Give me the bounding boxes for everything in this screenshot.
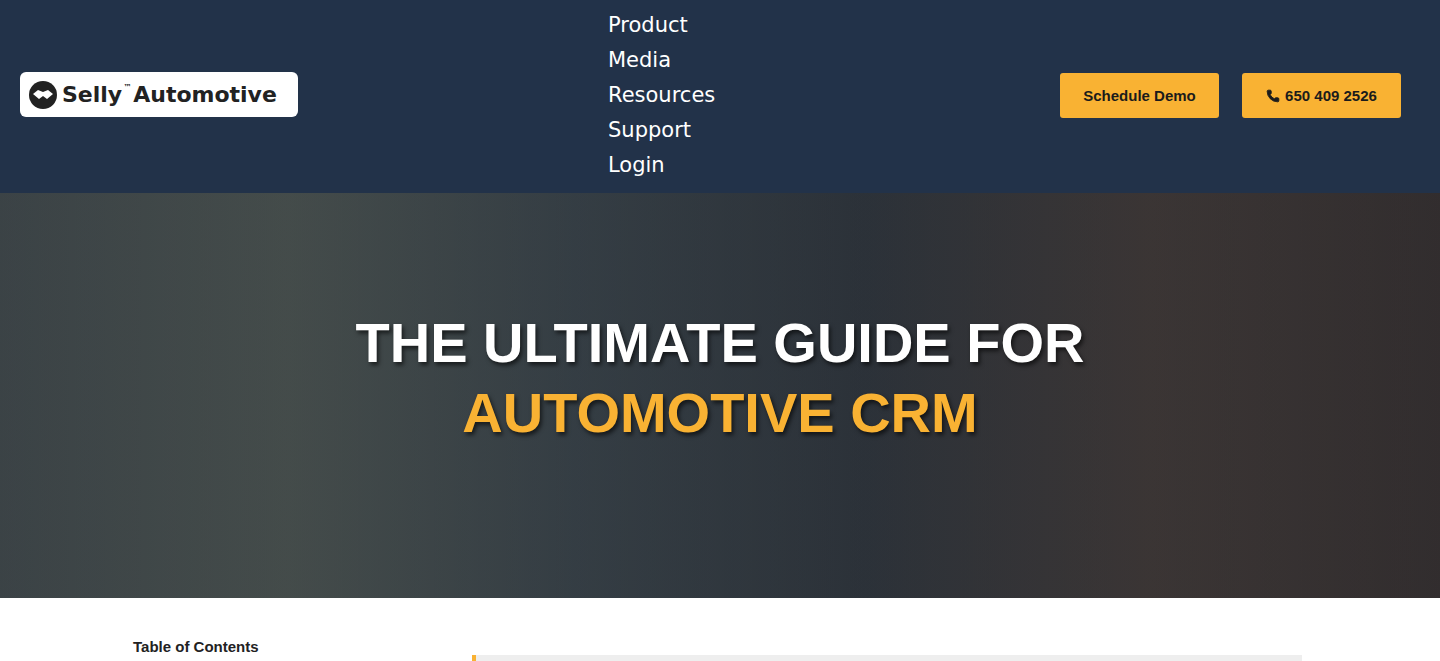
toc-title: Table of Contents: [133, 638, 472, 661]
main-nav: ProductMediaResourcesSupportLogin: [608, 0, 1060, 183]
hero: THE ULTIMATE GUIDE FORAUTOMOTIVE CRM: [0, 193, 1440, 598]
nav-item[interactable]: Product: [608, 8, 1060, 43]
page: Selly™Automotive ProductMediaResourcesSup…: [0, 0, 1440, 661]
nav-item[interactable]: Login: [608, 148, 1060, 183]
nav-item[interactable]: Support: [608, 113, 1060, 148]
header: Selly™Automotive ProductMediaResourcesSup…: [0, 0, 1440, 193]
phone-button[interactable]: 650 409 2526: [1242, 73, 1401, 118]
phone-icon: [1266, 89, 1280, 103]
demo-button[interactable]: Schedule Demo: [1060, 73, 1219, 118]
nav-item[interactable]: Resources: [608, 78, 1060, 113]
trademark: ™: [123, 84, 131, 92]
header-actions: Schedule Demo 650 409 2526: [1060, 73, 1401, 118]
content: Table of Contents: [0, 598, 1440, 661]
logo[interactable]: Selly™Automotive: [20, 72, 298, 117]
handshake-icon: [28, 80, 58, 110]
logo-text: Selly™Automotive: [62, 82, 277, 107]
hero-title: THE ULTIMATE GUIDE FOR: [356, 308, 1085, 378]
hero-subtitle: AUTOMOTIVE CRM: [462, 378, 977, 448]
content-box: [472, 655, 1302, 661]
nav-item[interactable]: Media: [608, 43, 1060, 78]
